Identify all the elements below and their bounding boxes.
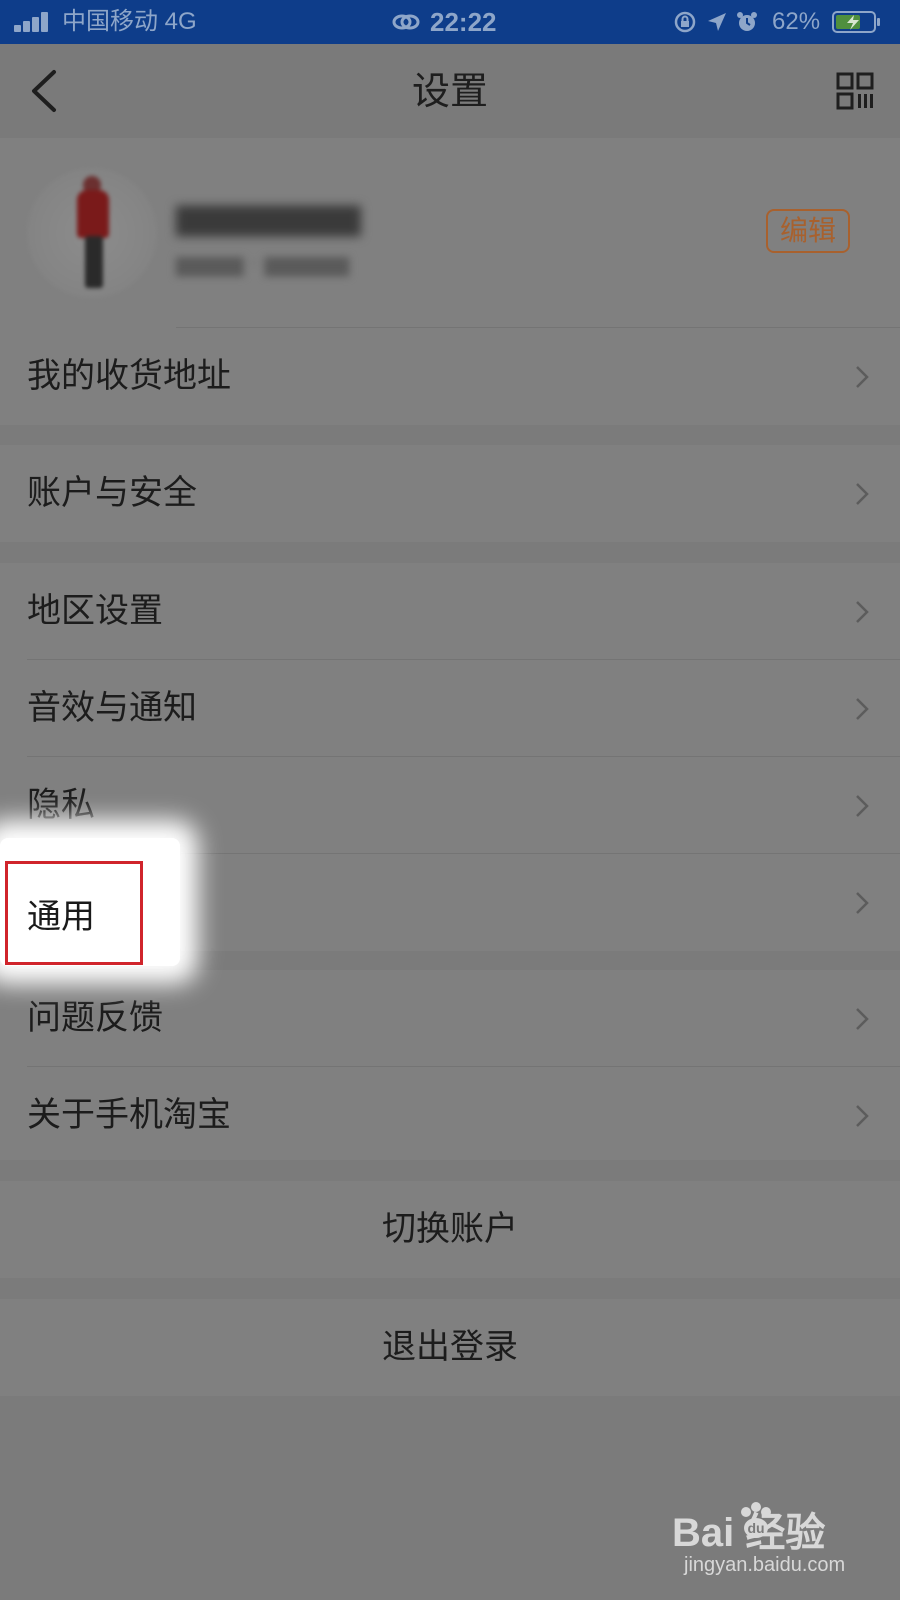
switch-account-button[interactable]: 切换账户 [0,1181,900,1278]
menu-item-label: 账户与安全 [27,473,197,513]
logout-button[interactable]: 退出登录 [0,1299,900,1396]
logout-label: 退出登录 [382,1327,518,1367]
chevron-right-icon [856,795,869,817]
chevron-right-icon [856,892,869,914]
menu-item-account-security[interactable]: 账户与安全 [0,445,900,542]
logout-section: 退出登录 [0,1299,900,1396]
menu-item-label: 关于手机淘宝 [27,1095,231,1135]
chevron-right-icon [856,698,869,720]
nav-bar: 设置 [0,44,900,138]
menu-item-label: 音效与通知 [27,688,197,728]
rotation-lock-icon [674,11,696,33]
profile-card[interactable]: ▇▇▇▇▇▇▇▇ ▆▆▆▆ · ▆▆▆▆▆ 编辑 [0,138,900,328]
profile-subtitle-blurred: ▆▆▆▆ · ▆▆▆▆▆ [176,252,350,277]
profile-name-blurred: ▇▇▇▇▇▇▇▇ [176,202,361,237]
edit-button[interactable]: 编辑 [766,209,850,253]
menu-item-general-label[interactable]: 通用 [27,869,95,966]
qr-code-icon[interactable] [836,72,874,110]
chevron-right-icon [856,1008,869,1030]
svg-text:du: du [747,1520,764,1536]
battery-icon [832,11,880,33]
chevron-right-icon [856,483,869,505]
status-bar: 中国移动 4G 22:22 62% [0,0,900,44]
menu-item-label: 我的收货地址 [27,356,231,396]
signal-icon [14,12,54,32]
chevron-right-icon [856,601,869,623]
location-icon [708,13,726,31]
link-icon [392,14,420,30]
avatar [27,168,157,298]
menu-item-region[interactable]: 地区设置 [0,563,900,660]
profile-section: ▇▇▇▇▇▇▇▇ ▆▆▆▆ · ▆▆▆▆▆ 编辑 我的收货地址 [0,138,900,425]
menu-item-label: 问题反馈 [27,998,163,1038]
chevron-right-icon [856,366,869,388]
baidu-paw-icon: du [741,1502,771,1538]
chevron-right-icon [856,1105,869,1127]
switch-account-section: 切换账户 [0,1181,900,1278]
switch-account-label: 切换账户 [382,1209,518,1249]
menu-item-feedback[interactable]: 问题反馈 [0,970,900,1067]
baidu-jingyan-watermark: Bai 经验 du jingyan.baidu.com [672,1500,852,1585]
menu-item-label: 地区设置 [27,591,163,631]
watermark-url: jingyan.baidu.com [684,1554,846,1576]
menu-item-address[interactable]: 我的收货地址 [0,328,900,425]
help-section: 问题反馈 关于手机淘宝 [0,970,900,1160]
clock: 22:22 [430,7,497,37]
battery-percent: 62% [772,8,821,35]
menu-item-about[interactable]: 关于手机淘宝 [0,1067,900,1164]
alarm-icon [737,12,757,31]
page-title: 设置 [411,69,488,113]
menu-item-sound-notification[interactable]: 音效与通知 [0,660,900,757]
carrier-label: 中国移动 4G [62,8,197,35]
account-section: 账户与安全 [0,445,900,542]
